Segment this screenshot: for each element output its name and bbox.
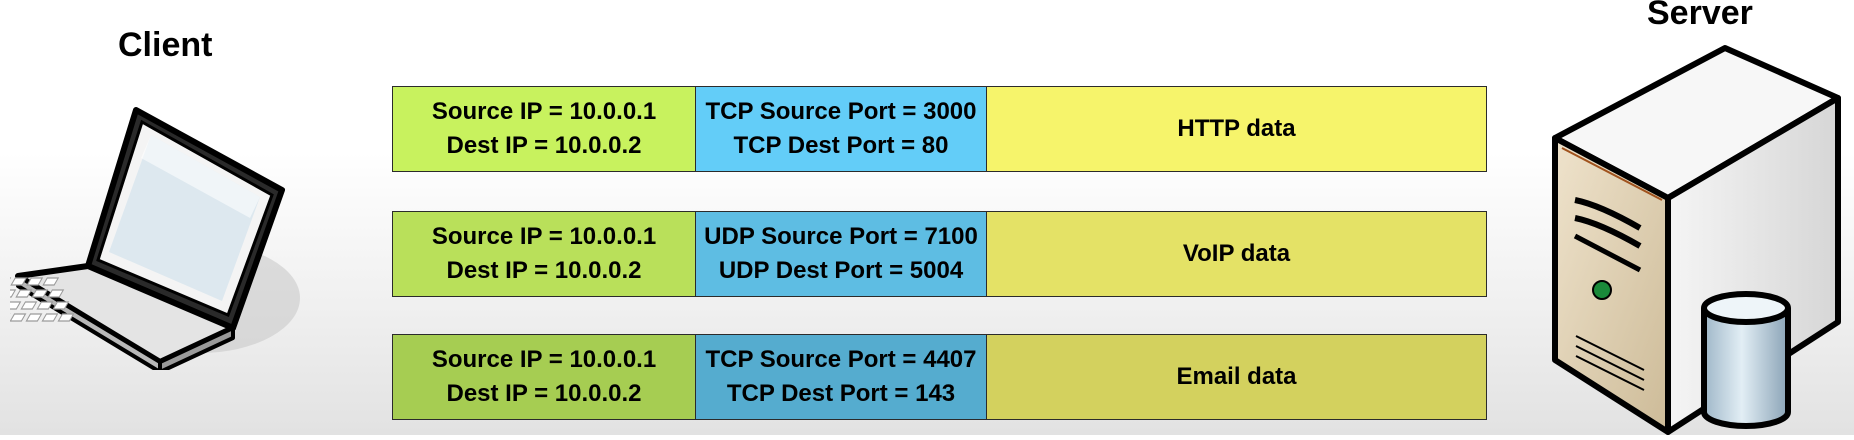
port-header-cell: TCP Source Port = 3000 TCP Dest Port = 8…	[696, 87, 987, 171]
server-icon	[1540, 40, 1854, 435]
source-ip-text: Source IP = 10.0.0.1	[432, 343, 656, 377]
port-header-cell: UDP Source Port = 7100 UDP Dest Port = 5…	[696, 212, 987, 296]
ip-header-cell: Source IP = 10.0.0.1 Dest IP = 10.0.0.2	[393, 335, 696, 419]
packet-row-http: Source IP = 10.0.0.1 Dest IP = 10.0.0.2 …	[392, 86, 1487, 172]
dest-port-text: TCP Dest Port = 143	[727, 377, 955, 411]
source-port-text: UDP Source Port = 7100	[704, 220, 978, 254]
ip-header-cell: Source IP = 10.0.0.1 Dest IP = 10.0.0.2	[393, 212, 696, 296]
source-port-text: TCP Source Port = 3000	[705, 95, 976, 129]
payload-cell: VoIP data	[987, 212, 1486, 296]
payload-text: VoIP data	[1183, 237, 1290, 271]
packet-row-email: Source IP = 10.0.0.1 Dest IP = 10.0.0.2 …	[392, 334, 1487, 420]
source-ip-text: Source IP = 10.0.0.1	[432, 95, 656, 129]
dest-port-text: TCP Dest Port = 80	[734, 129, 949, 163]
server-label: Server	[1647, 0, 1753, 30]
dest-ip-text: Dest IP = 10.0.0.2	[446, 129, 641, 163]
source-ip-text: Source IP = 10.0.0.1	[432, 220, 656, 254]
ip-header-cell: Source IP = 10.0.0.1 Dest IP = 10.0.0.2	[393, 87, 696, 171]
source-port-text: TCP Source Port = 4407	[705, 343, 976, 377]
dest-ip-text: Dest IP = 10.0.0.2	[446, 254, 641, 288]
payload-cell: Email data	[987, 335, 1486, 419]
payload-text: Email data	[1176, 360, 1296, 394]
dest-port-text: UDP Dest Port = 5004	[719, 254, 963, 288]
packet-row-voip: Source IP = 10.0.0.1 Dest IP = 10.0.0.2 …	[392, 211, 1487, 297]
payload-cell: HTTP data	[987, 87, 1486, 171]
laptop-icon	[10, 100, 310, 370]
port-header-cell: TCP Source Port = 4407 TCP Dest Port = 1…	[696, 335, 987, 419]
dest-ip-text: Dest IP = 10.0.0.2	[446, 377, 641, 411]
payload-text: HTTP data	[1177, 112, 1295, 146]
client-label: Client	[118, 28, 212, 62]
